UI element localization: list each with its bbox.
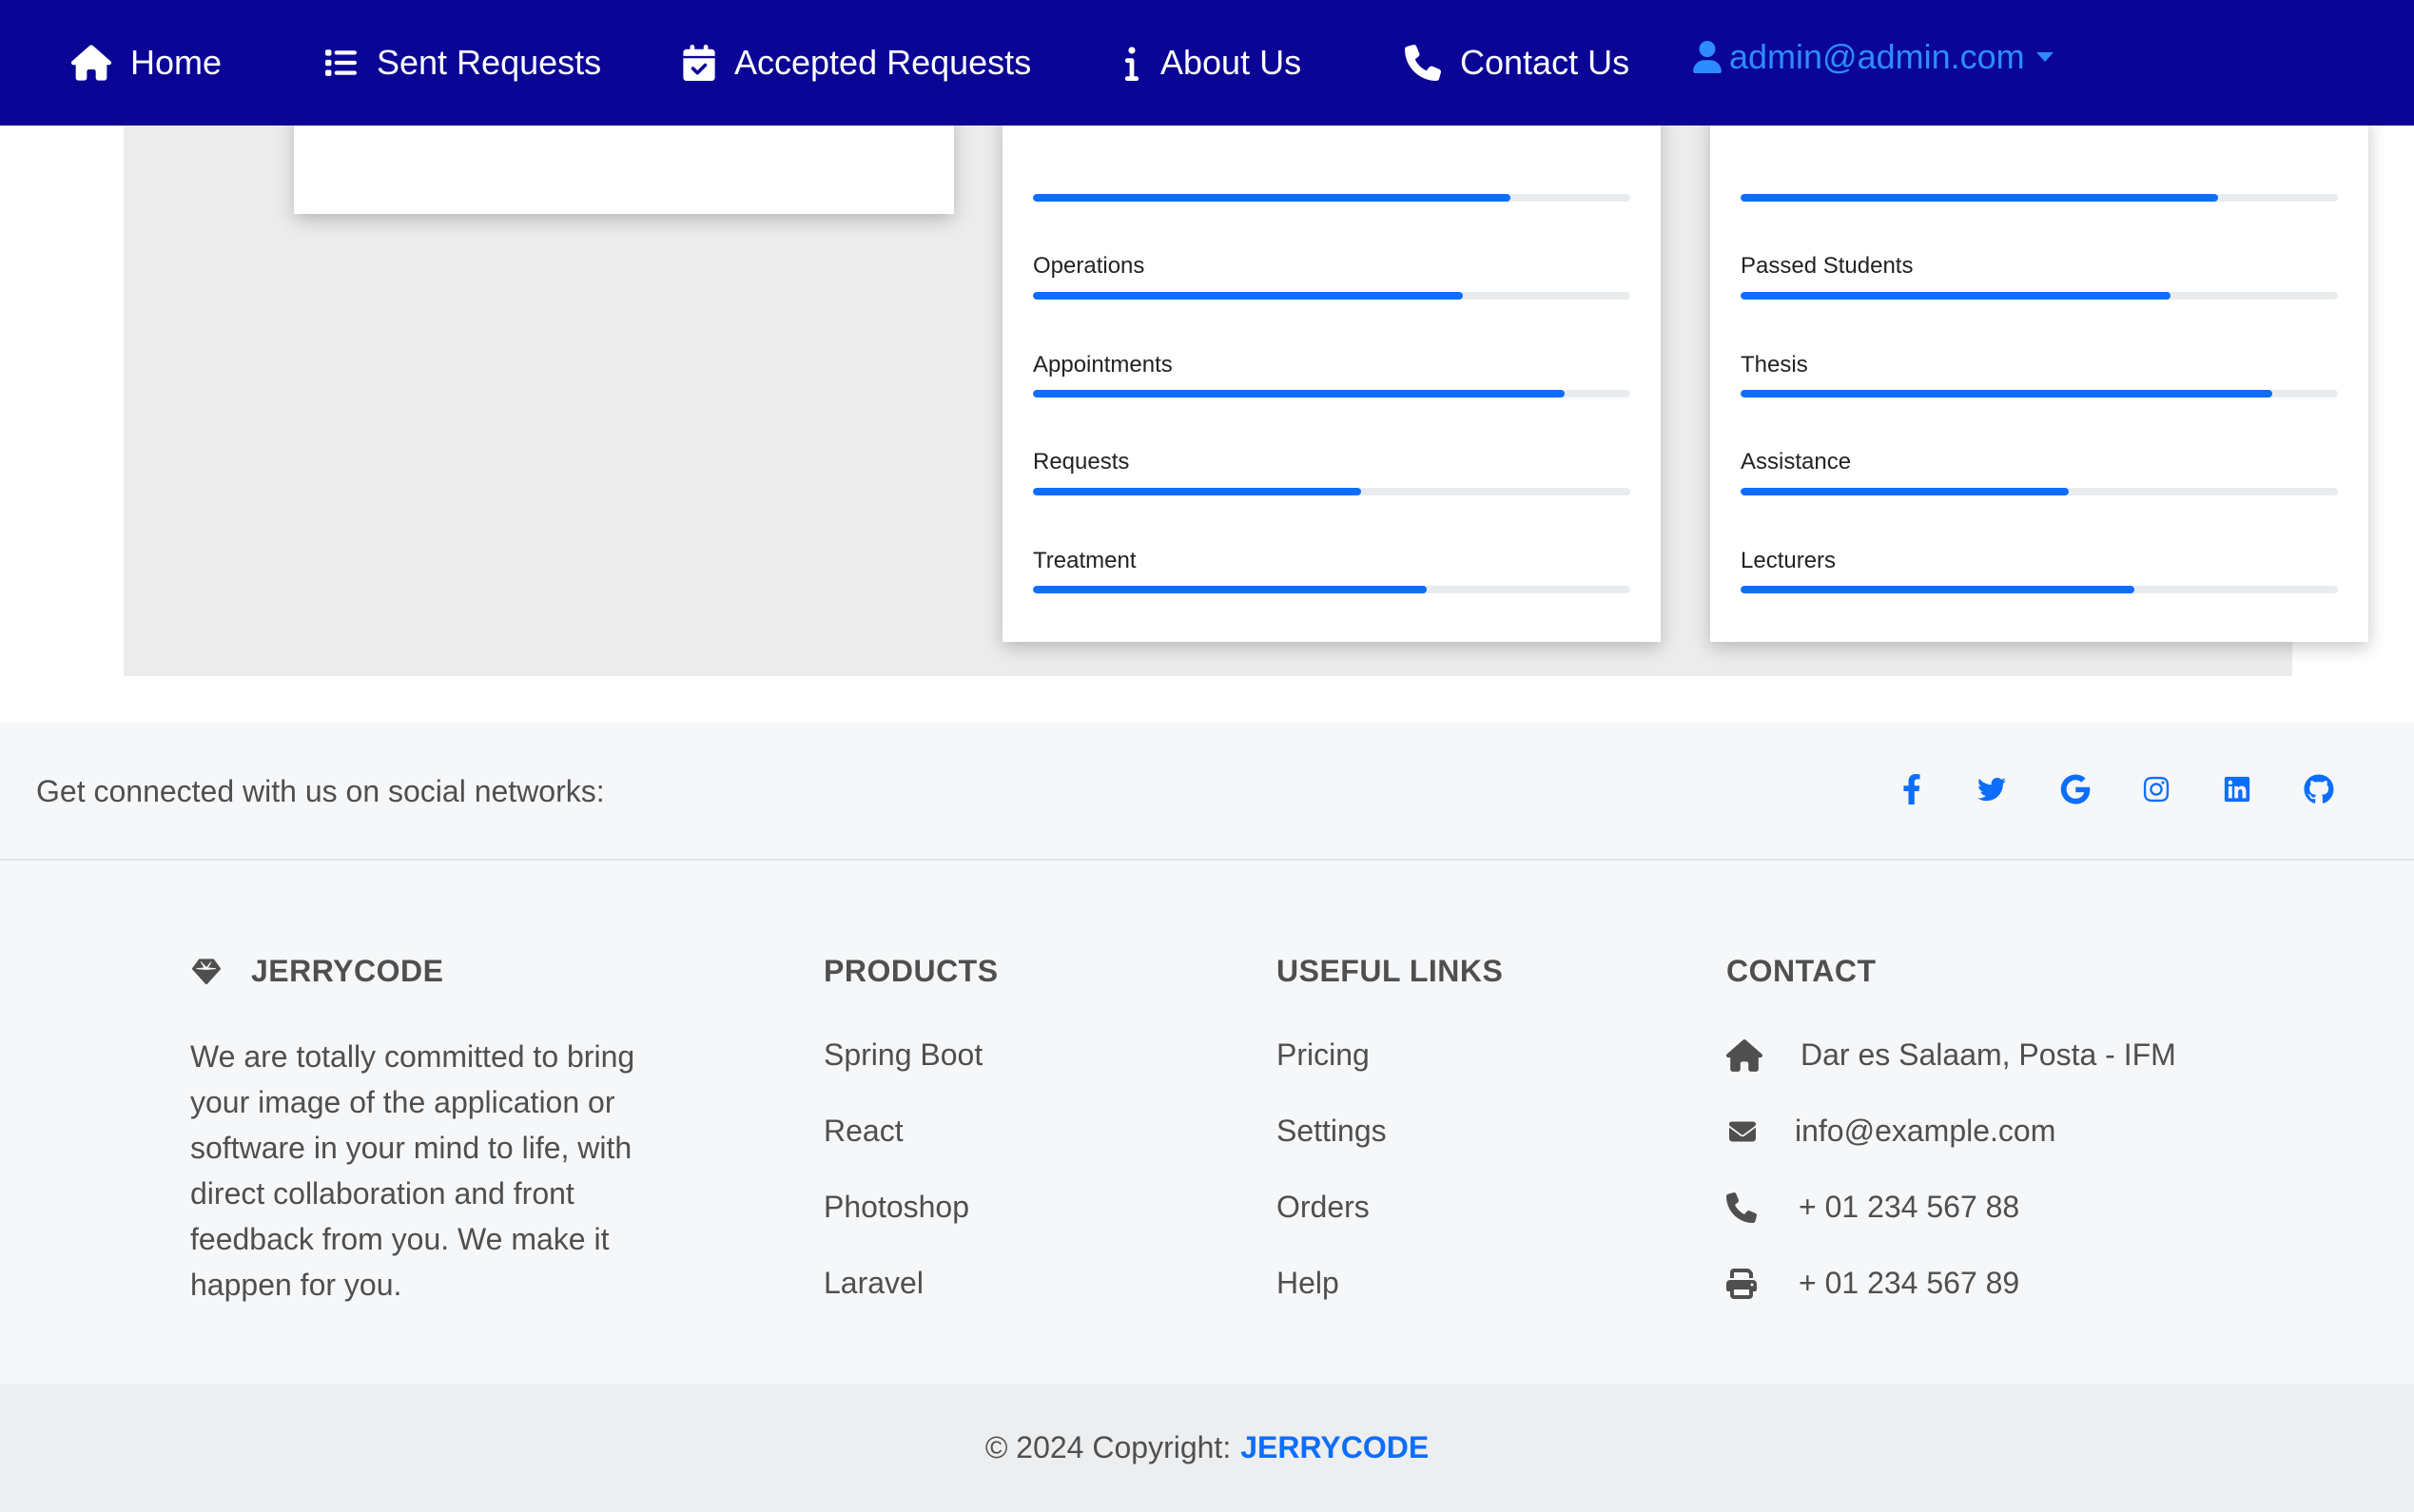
useful-link[interactable]: Settings: [1276, 1114, 1387, 1149]
home-icon: [71, 45, 111, 81]
contact-phone: + 01 234 567 88: [1726, 1190, 2019, 1225]
linkedin-link[interactable]: [2216, 768, 2258, 810]
copyright-bar: © 2024 Copyright: JERRYCODE: [0, 1384, 2414, 1512]
about-text: We are totally committed to bring your i…: [190, 1039, 635, 1302]
footer: JERRYCODE We are totally committed to br…: [0, 861, 2414, 1384]
progress-label: Treatment: [1033, 548, 1137, 573]
nav-home[interactable]: Home: [71, 0, 222, 126]
useful-link[interactable]: Help: [1276, 1266, 1339, 1301]
nav-accepted-requests[interactable]: Accepted Requests: [683, 0, 1031, 126]
progress-fill: [1741, 292, 2171, 300]
social-bar: Get connected with us on social networks…: [0, 723, 2414, 861]
envelope-icon: [1729, 1121, 1756, 1141]
progress-label: Assistance: [1741, 449, 1852, 475]
list-icon: [325, 49, 357, 76]
nav-sent-requests-label: Sent Requests: [377, 43, 602, 82]
nav-accepted-requests-label: Accepted Requests: [734, 43, 1032, 82]
progress-label: Requests: [1033, 449, 1130, 475]
progress-fill: [1741, 586, 2135, 593]
info-icon: [1124, 47, 1139, 81]
progress-fill: [1033, 292, 1464, 300]
calendar-check-icon: [683, 45, 715, 81]
copyright-text: © 2024 Copyright:: [984, 1430, 1232, 1464]
progress-bar: [1741, 390, 2338, 397]
progress-label: Passed Students: [1741, 253, 1914, 279]
progress-fill: [1033, 586, 1428, 593]
progress-fill: [1741, 390, 2272, 397]
progress-bar: [1033, 586, 1630, 593]
github-icon: [2304, 774, 2334, 804]
nav-contact-us[interactable]: Contact Us: [1405, 0, 1629, 126]
useful-link[interactable]: Orders: [1276, 1190, 1370, 1225]
progress-fill: [1741, 488, 2070, 495]
navbar: Home Sent Requests Accepted Requests Abo…: [0, 0, 2414, 126]
progress-bar: [1741, 488, 2338, 495]
useful-link[interactable]: Pricing: [1276, 1037, 1370, 1073]
user-icon: [1693, 41, 1722, 73]
contact-title: CONTACT: [1726, 954, 1877, 988]
email-text: info@example.com: [1795, 1114, 2056, 1148]
nav-contact-us-label: Contact Us: [1460, 43, 1630, 82]
product-link[interactable]: React: [824, 1114, 904, 1149]
stats-card-medical: Operations Appointments Requests Treatme…: [1003, 114, 1661, 642]
address-text: Dar es Salaam, Posta - IFM: [1801, 1037, 2176, 1072]
phone-icon: [1726, 1192, 1757, 1223]
contact-fax: + 01 234 567 89: [1726, 1266, 2019, 1301]
dashboard-area: Operations Appointments Requests Treatme…: [124, 57, 2368, 676]
nav-about-us-label: About Us: [1160, 43, 1302, 82]
progress-bar: [1033, 194, 1630, 202]
info-card: [294, 114, 954, 214]
progress-label: Lecturers: [1741, 548, 1837, 573]
product-link[interactable]: Spring Boot: [824, 1037, 983, 1073]
product-link[interactable]: Laravel: [824, 1266, 924, 1301]
nav-sent-requests[interactable]: Sent Requests: [323, 0, 601, 126]
fax-text: + 01 234 567 89: [1799, 1266, 2020, 1300]
instagram-link[interactable]: [2135, 768, 2177, 810]
progress-fill: [1033, 488, 1362, 495]
facebook-icon: [1903, 774, 1920, 804]
twitter-icon: [1977, 777, 2006, 802]
linkedin-icon: [2224, 776, 2250, 803]
phone-text: + 01 234 567 88: [1799, 1190, 2020, 1224]
progress-fill: [1033, 194, 1511, 202]
twitter-link[interactable]: [1971, 768, 2013, 810]
progress-label: Thesis: [1741, 352, 1808, 378]
useful-links-title: USEFUL LINKS: [1276, 954, 1504, 988]
github-link[interactable]: [2298, 768, 2340, 810]
google-link[interactable]: [2054, 768, 2096, 810]
nav-about-us[interactable]: About Us: [1122, 0, 1301, 126]
product-link[interactable]: Photoshop: [824, 1190, 969, 1225]
print-icon: [1726, 1268, 1757, 1299]
phone-icon: [1405, 45, 1441, 81]
instagram-icon: [2143, 776, 2170, 803]
user-email: admin@admin.com: [1729, 37, 2025, 76]
user-dropdown[interactable]: admin@admin.com: [1693, 0, 2054, 114]
google-icon: [2060, 774, 2091, 804]
contact-email: info@example.com: [1726, 1114, 2055, 1149]
progress-bar: [1741, 586, 2338, 593]
contact-address: Dar es Salaam, Posta - IFM: [1726, 1037, 2176, 1073]
brand-title: JERRYCODE: [190, 954, 443, 989]
brand-name: JERRYCODE: [251, 954, 444, 988]
progress-bar: [1033, 488, 1630, 495]
progress-label: Operations: [1033, 253, 1145, 279]
progress-fill: [1033, 390, 1565, 397]
copyright-brand-link[interactable]: JERRYCODE: [1240, 1430, 1429, 1465]
progress-bar: [1033, 390, 1630, 397]
nav-home-label: Home: [130, 43, 223, 82]
progress-fill: [1741, 194, 2219, 202]
facebook-link[interactable]: [1891, 768, 1933, 810]
progress-label: Appointments: [1033, 352, 1173, 378]
gem-icon: [191, 958, 221, 984]
stats-card-academic: Passed Students Thesis Assistance Lectur…: [1710, 114, 2368, 642]
home-icon: [1726, 1038, 1762, 1072]
social-text: Get connected with us on social networks…: [36, 774, 605, 808]
progress-bar: [1033, 292, 1630, 300]
chevron-down-icon: [2035, 52, 2054, 62]
progress-bar: [1741, 292, 2338, 300]
progress-bar: [1741, 194, 2338, 202]
products-title: PRODUCTS: [824, 954, 999, 988]
